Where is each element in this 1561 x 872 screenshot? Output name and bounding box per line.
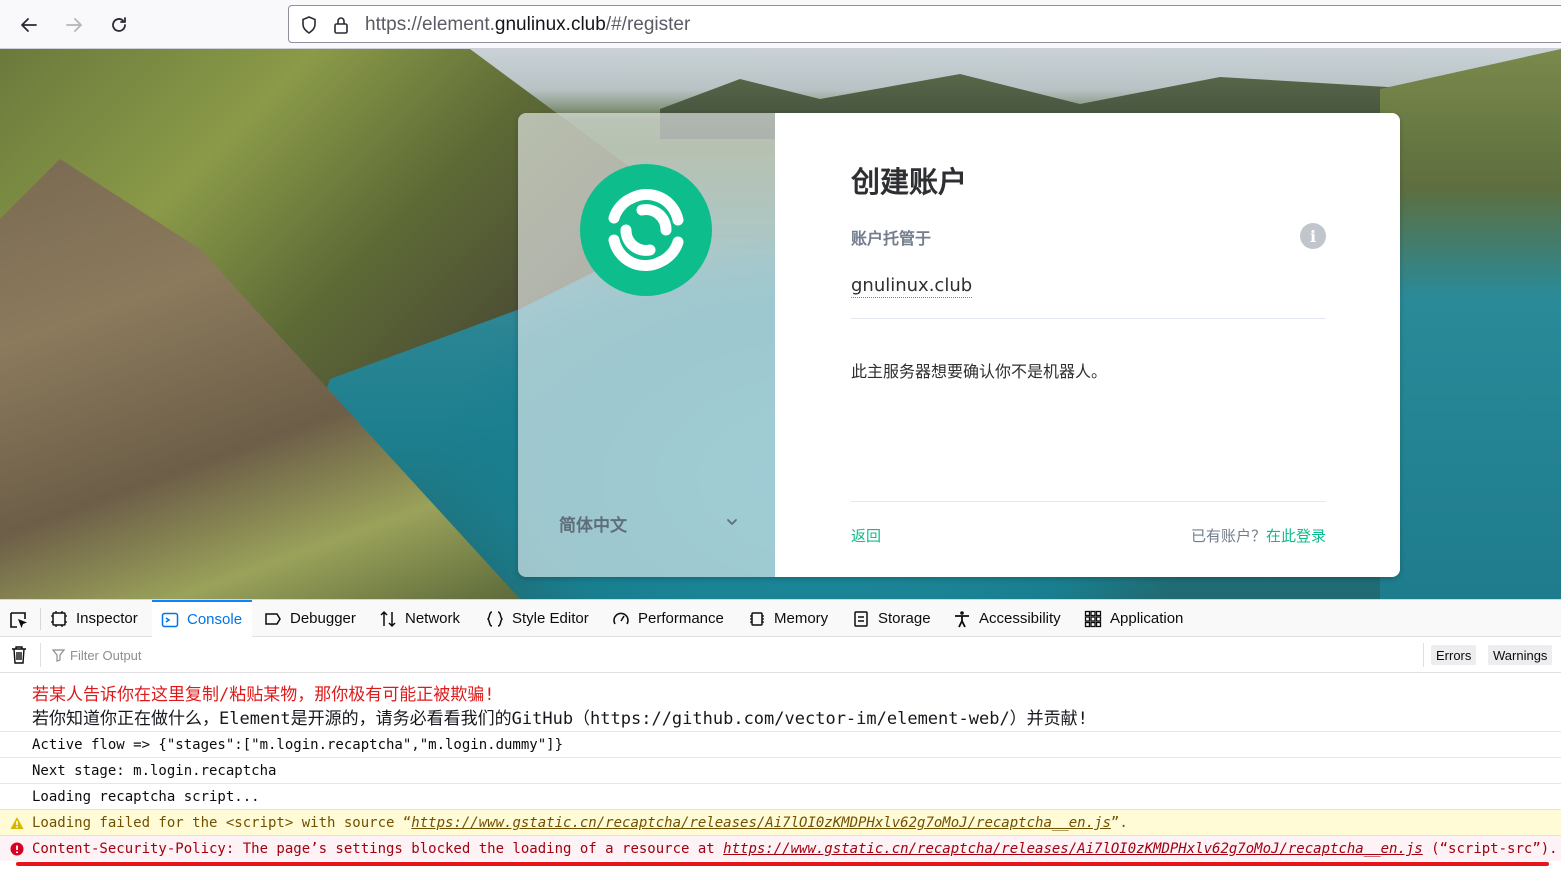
url-bar[interactable]: https://element.gnulinux.club/#/register [288, 5, 1561, 43]
memory-icon [750, 611, 764, 626]
log-row: Next stage: m.login.recaptcha [0, 757, 1561, 783]
tab-application[interactable]: Application [1084, 600, 1183, 637]
error-suffix: (“script-src”). [1422, 841, 1558, 857]
background-right-hill [1380, 49, 1561, 599]
console-icon [161, 612, 179, 627]
language-label: 简体中文 [559, 516, 627, 536]
login-prompt: 已有账户？在此登录 [1191, 525, 1326, 546]
back-button[interactable] [12, 8, 46, 42]
back-link[interactable]: 返回 [851, 525, 881, 546]
tab-label: Console [187, 611, 243, 628]
filter-output-input[interactable]: Filter Output [52, 645, 652, 665]
devtools-tabbar: Inspector Console Debugger Network Style… [0, 599, 1561, 637]
separator [40, 643, 41, 667]
console-output: 若某人告诉你在这里复制/粘贴某物，那你极有可能正被欺骗! 若你知道你正在做什么，… [0, 673, 1561, 872]
url-prefix: https://element. [365, 14, 495, 35]
chevron-down-icon [727, 519, 737, 525]
separator [1423, 643, 1424, 667]
tab-memory[interactable]: Memory [748, 600, 828, 637]
style-editor-icon [486, 610, 504, 627]
warning-row: Loading failed for the <script> with sou… [0, 809, 1561, 835]
tab-label: Application [1110, 610, 1184, 627]
element-logo-icon [608, 188, 684, 272]
divider [851, 318, 1326, 319]
auth-body: 创建账户 账户托管于 i gnulinux.club 此主服务器想要确认你不是机… [775, 113, 1400, 577]
auth-sidebar: 简体中文 [518, 113, 775, 577]
separator [40, 608, 41, 630]
info-icon[interactable]: i [1300, 223, 1326, 249]
url-text[interactable]: https://element.gnulinux.club/#/register [365, 14, 690, 36]
reload-icon [112, 17, 126, 32]
tab-label: Style Editor [512, 610, 589, 627]
lock-icon[interactable] [331, 15, 351, 35]
have-account-text: 已有账户？ [1190, 527, 1266, 545]
forward-button[interactable] [57, 8, 91, 42]
self-xss-warning: 若某人告诉你在这里复制/粘贴某物，那你极有可能正被欺骗! [32, 685, 495, 705]
tab-debugger[interactable]: Debugger [264, 600, 356, 637]
errors-filter-button[interactable]: Errors [1431, 645, 1477, 665]
log-row: Loading recaptcha script... [0, 783, 1561, 809]
tab-network[interactable]: Network [379, 600, 460, 637]
warning-prefix: Loading failed for the <script> with sou… [32, 815, 412, 831]
tab-label: Memory [774, 610, 829, 627]
url-domain: gnulinux.club [494, 14, 606, 35]
server-name[interactable]: gnulinux.club [851, 275, 973, 298]
performance-icon [613, 612, 629, 624]
warning-icon [10, 817, 24, 829]
log-text: Next stage: m.login.recaptcha [32, 763, 277, 779]
application-icon [1084, 610, 1102, 627]
login-link[interactable]: 在此登录 [1266, 527, 1326, 545]
error-url-link[interactable]: https://www.gstatic.cn/recaptcha/release… [723, 841, 1423, 857]
tab-accessibility[interactable]: Accessibility [953, 600, 1061, 637]
warnings-filter-button[interactable]: Warnings [1488, 645, 1553, 665]
tab-performance[interactable]: Performance [612, 600, 724, 637]
filter-placeholder: Filter Output [70, 647, 142, 663]
error-icon [10, 842, 24, 856]
element-logo [580, 164, 712, 296]
console-filter-bar: Filter Output Errors Warnings [0, 637, 1561, 673]
error-text: Content-Security-Policy: The page’s sett… [32, 841, 1558, 857]
shield-icon[interactable] [299, 15, 319, 35]
accessibility-icon [955, 610, 969, 627]
warning-url-link[interactable]: https://www.gstatic.cn/recaptcha/release… [411, 815, 1111, 831]
arrow-left-icon [21, 18, 37, 32]
captcha-message: 此主服务器想要确认你不是机器人。 [851, 362, 1108, 381]
page-background: 简体中文 创建账户 账户托管于 i gnulinux.club 此主服务器想要确… [0, 49, 1561, 599]
filter-icon [52, 648, 65, 662]
divider [851, 501, 1326, 502]
network-icon [380, 610, 396, 627]
log-text: Loading recaptcha script... [32, 789, 260, 805]
storage-icon [854, 610, 868, 627]
tab-storage[interactable]: Storage [852, 600, 931, 637]
log-text: Active flow => {"stages":["m.login.recap… [32, 737, 564, 753]
reload-button[interactable] [102, 8, 136, 42]
tab-console[interactable]: Console [152, 600, 252, 637]
tab-label: Performance [638, 610, 724, 627]
tab-label: Accessibility [979, 610, 1061, 627]
annotation-underline [16, 862, 1549, 866]
tab-style-editor[interactable]: Style Editor [486, 600, 589, 637]
browser-toolbar: https://element.gnulinux.club/#/register [0, 0, 1561, 49]
trash-icon[interactable] [10, 645, 28, 665]
warning-suffix: ”. [1110, 815, 1128, 831]
arrow-right-icon [66, 18, 82, 32]
debugger-icon [265, 612, 281, 625]
auth-card: 简体中文 创建账户 账户托管于 i gnulinux.club 此主服务器想要确… [518, 113, 1400, 577]
url-path: /#/register [605, 14, 691, 35]
tab-label: Inspector [76, 610, 138, 627]
tab-label: Debugger [290, 610, 356, 627]
tab-label: Network [405, 610, 461, 627]
error-row: Content-Security-Policy: The page’s sett… [0, 835, 1561, 861]
error-prefix: Content-Security-Policy: The page’s sett… [32, 841, 724, 857]
warning-text: Loading failed for the <script> with sou… [32, 815, 1128, 831]
tab-inspector[interactable]: Inspector [50, 600, 138, 637]
inspector-icon [51, 610, 67, 627]
element-picker-icon[interactable] [8, 610, 30, 630]
log-row: Active flow => {"stages":["m.login.recap… [0, 731, 1561, 757]
page-title: 创建账户 [851, 165, 968, 199]
tab-label: Storage [878, 610, 931, 627]
language-selector[interactable]: 简体中文 [559, 511, 739, 536]
hosted-on-label: 账户托管于 [851, 229, 932, 248]
open-source-notice: 若你知道你正在做什么，Element是开源的，请务必看看我们的GitHub（ht… [32, 709, 1088, 729]
